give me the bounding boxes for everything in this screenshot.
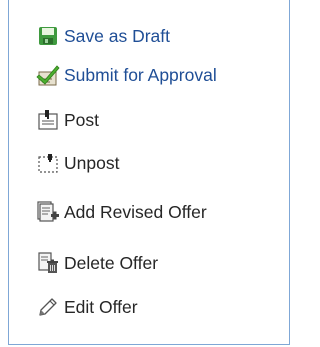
menu-item-label: Delete Offer xyxy=(64,253,159,273)
menu-item-submit-for-approval[interactable]: Submit for Approval xyxy=(36,60,217,90)
menu-item-edit-offer[interactable]: Edit Offer xyxy=(36,292,138,322)
unpost-note-icon xyxy=(36,151,60,175)
menu-item-label: Add Revised Offer xyxy=(64,202,207,222)
actions-dropdown-menu: Save as Draft Submit for Approval Post U… xyxy=(8,0,290,345)
document-checkmark-icon xyxy=(36,63,60,87)
document-add-icon xyxy=(36,200,60,224)
menu-item-unpost[interactable]: Unpost xyxy=(36,148,119,178)
post-note-icon xyxy=(36,108,60,132)
menu-item-delete-offer[interactable]: Delete Offer xyxy=(36,248,158,278)
menu-item-label: Save as Draft xyxy=(64,26,171,46)
menu-item-label: Unpost xyxy=(64,153,120,173)
menu-item-label: Post xyxy=(64,110,100,130)
menu-item-post[interactable]: Post xyxy=(36,105,99,135)
menu-item-add-revised-offer[interactable]: Add Revised Offer xyxy=(36,197,207,227)
menu-item-label: Submit for Approval xyxy=(64,65,217,85)
menu-item-label: Edit Offer xyxy=(64,297,138,317)
pencil-icon xyxy=(36,295,60,319)
document-trash-icon xyxy=(36,251,60,275)
floppy-disk-icon xyxy=(36,24,60,48)
menu-item-save-as-draft[interactable]: Save as Draft xyxy=(36,21,170,51)
